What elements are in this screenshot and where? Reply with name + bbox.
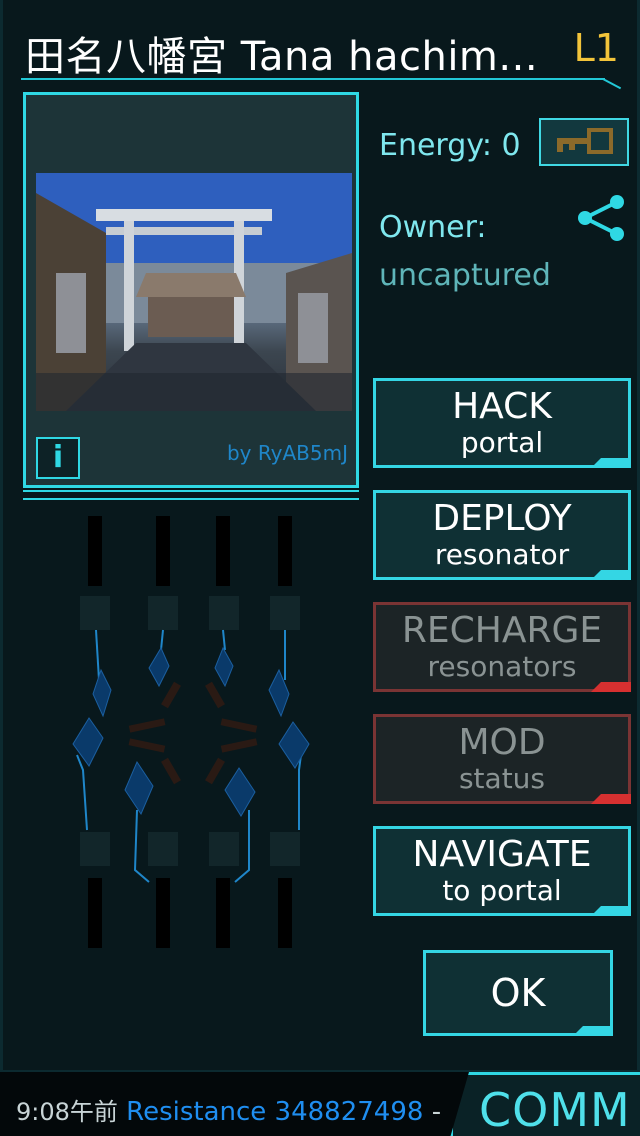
title-divider-tail xyxy=(602,78,622,90)
resonator-slots-bottom xyxy=(88,878,292,948)
portal-photo-panel: i by RyAB5mJ xyxy=(23,92,359,488)
owner-value: uncaptured xyxy=(379,258,551,293)
info-button[interactable]: i xyxy=(36,437,80,479)
photo-credit[interactable]: by RyAB5mJ xyxy=(227,441,348,465)
comm-bar[interactable]: 9:08午前 Resistance 348827498 - COMM xyxy=(0,1070,640,1136)
deploy-resonator-button[interactable]: DEPLOY resonator xyxy=(373,490,631,580)
hack-sublabel: portal xyxy=(460,426,544,459)
resonator-links xyxy=(76,629,302,883)
comm-separator: - xyxy=(431,1097,442,1127)
hack-label: HACK xyxy=(452,386,552,427)
portal-title: 田名八幡宮 Tana hachim... xyxy=(25,34,539,80)
comm-tab-label: COMM xyxy=(479,1083,631,1136)
comm-score: 348827498 xyxy=(274,1097,424,1127)
resonator-diagram[interactable] xyxy=(63,510,333,960)
button-corner-accent xyxy=(591,570,631,580)
button-corner-accent xyxy=(573,1026,613,1036)
resonator-pads xyxy=(80,596,300,866)
comm-message: 9:08午前 Resistance 348827498 - xyxy=(16,1092,456,1127)
comm-tab[interactable]: COMM xyxy=(450,1072,640,1136)
mod-label: MOD xyxy=(458,722,546,763)
info-icon: i xyxy=(52,440,64,475)
button-corner-accent xyxy=(591,906,631,916)
ok-label: OK xyxy=(490,971,546,1015)
mod-status-button[interactable]: MOD status xyxy=(373,714,631,804)
portal-photo[interactable] xyxy=(36,173,352,411)
button-corner-accent xyxy=(591,794,631,804)
recharge-sublabel: resonators xyxy=(427,650,577,683)
hack-portal-button[interactable]: HACK portal xyxy=(373,378,631,468)
portal-details-panel: 田名八幡宮 Tana hachim... L1 i by RyAB5mJ Ene… xyxy=(0,0,640,1070)
title-divider xyxy=(21,78,605,80)
owner-label: Owner: xyxy=(379,210,487,245)
mod-sublabel: status xyxy=(458,762,546,795)
button-corner-accent xyxy=(591,458,631,468)
comm-faction: Resistance xyxy=(126,1097,267,1127)
share-icon[interactable] xyxy=(575,192,627,244)
key-button[interactable] xyxy=(539,118,629,166)
resonator-crystals xyxy=(72,646,310,817)
navigate-to-portal-button[interactable]: NAVIGATE to portal xyxy=(373,826,631,916)
recharge-label: RECHARGE xyxy=(401,610,603,651)
ok-button[interactable]: OK xyxy=(423,950,613,1036)
shrine-photo-illustration xyxy=(36,173,352,411)
comm-time: 9:08午前 xyxy=(16,1098,118,1126)
button-corner-accent xyxy=(591,682,631,692)
navigate-label: NAVIGATE xyxy=(412,834,592,875)
resonator-slots-top xyxy=(88,516,292,586)
photo-panel-underline xyxy=(23,490,359,500)
recharge-resonators-button[interactable]: RECHARGE resonators xyxy=(373,602,631,692)
portal-level: L1 xyxy=(573,26,619,70)
deploy-label: DEPLOY xyxy=(432,498,572,539)
title-bar: 田名八幡宮 Tana hachim... L1 xyxy=(21,18,622,90)
navigate-sublabel: to portal xyxy=(442,874,562,907)
energy-readout: Energy: 0 xyxy=(379,128,521,163)
deploy-sublabel: resonator xyxy=(434,538,570,571)
key-icon xyxy=(557,128,613,154)
